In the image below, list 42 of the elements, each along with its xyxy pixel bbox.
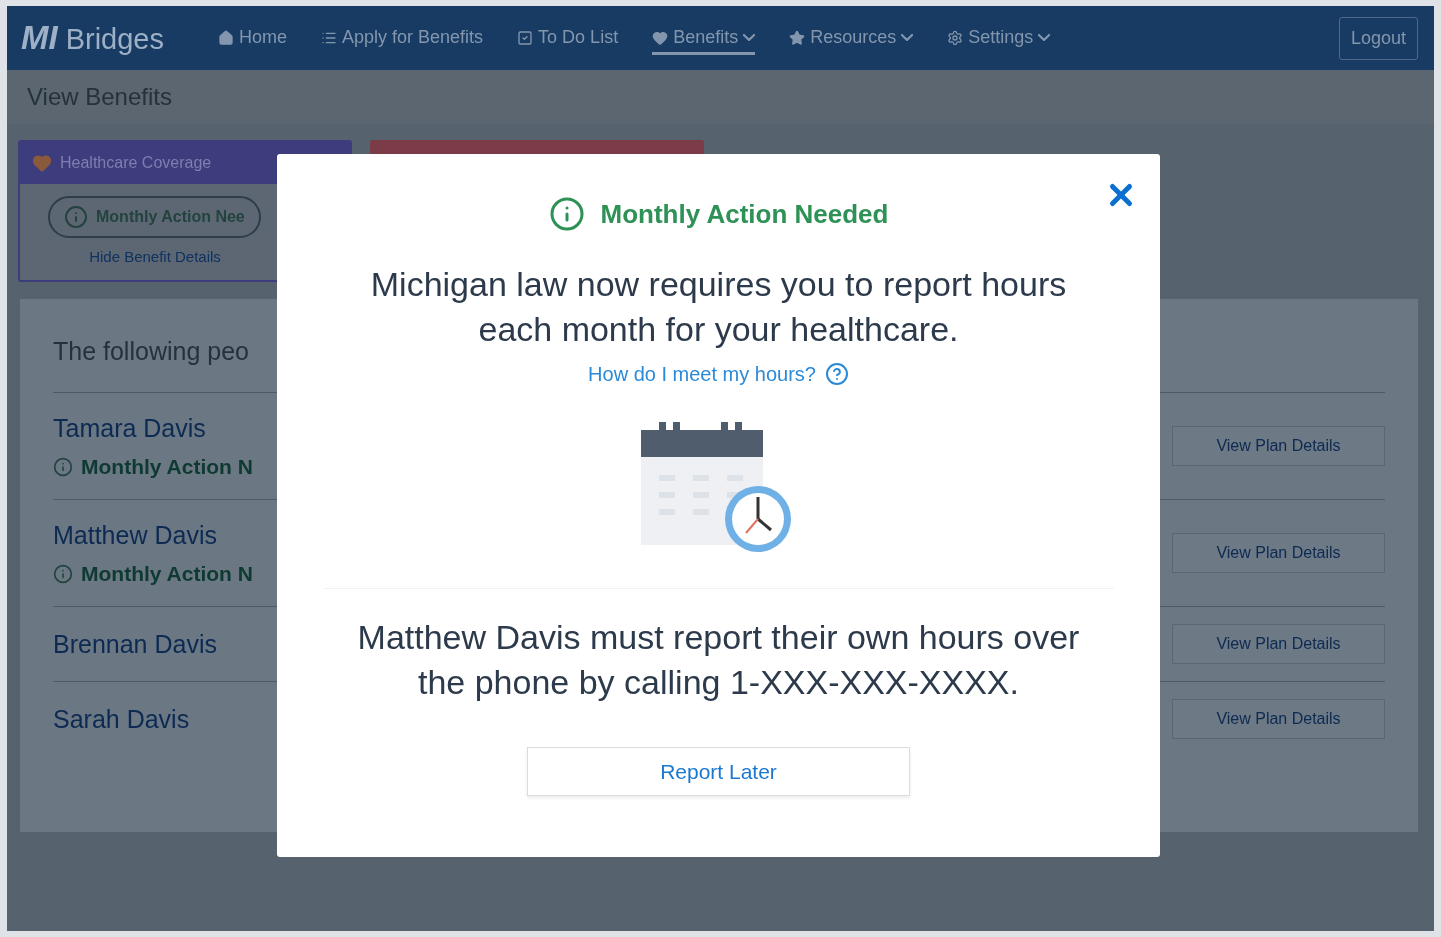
star-icon xyxy=(789,29,806,46)
settings-icon xyxy=(947,29,964,46)
info-icon xyxy=(53,563,73,584)
view-plan-button[interactable]: View Plan Details xyxy=(1172,624,1385,664)
info-icon xyxy=(64,205,88,229)
nav-link[interactable]: Apply for Benefits xyxy=(321,21,484,55)
intro-text: The following peo xyxy=(53,337,250,366)
person-name[interactable]: Matthew Davis xyxy=(53,520,253,550)
info-icon xyxy=(53,456,73,477)
nav-link[interactable]: Settings xyxy=(947,21,1051,55)
modal-title: Monthly Action Needed xyxy=(600,198,889,230)
status-text: Monthly Action N xyxy=(81,454,253,479)
modal-message: Michigan law now requires you to report hours each month for your healthcare. xyxy=(369,264,1068,350)
help-icon xyxy=(824,362,849,386)
home-icon xyxy=(218,29,234,46)
chevron-down-icon xyxy=(743,34,756,41)
logo-mark: MI xyxy=(21,19,58,57)
person-name[interactable]: Tamara Davis xyxy=(53,413,253,443)
heart-icon xyxy=(32,153,52,173)
view-plan-button[interactable]: View Plan Details xyxy=(1172,533,1385,573)
phone-message: Matthew Davis must report their own hours over the phone by calling 1-XXX-XXX-XXXX. xyxy=(356,617,1081,703)
checkbox-icon xyxy=(517,29,534,46)
status-text: Monthly Action Nee xyxy=(96,208,245,226)
hide-details-link[interactable]: Hide Benefit Details xyxy=(89,248,221,265)
heart-icon xyxy=(652,29,669,46)
report-later-button[interactable]: Report Later xyxy=(527,747,910,796)
nav-link[interactable]: To Do List xyxy=(517,21,619,55)
logo-name: Bridges xyxy=(65,23,164,56)
chevron-down-icon xyxy=(1038,34,1051,41)
logout-button[interactable]: Logout xyxy=(1338,16,1418,60)
chevron-down-icon xyxy=(901,34,914,41)
view-plan-button[interactable]: View Plan Details xyxy=(1172,699,1385,739)
info-icon xyxy=(548,196,585,232)
person-name[interactable]: Sarah Davis xyxy=(53,704,190,734)
person-name[interactable]: Brennan Davis xyxy=(53,629,217,659)
nav-link[interactable]: Home xyxy=(218,21,287,55)
card-title: Healthcare Coverage xyxy=(60,154,212,172)
help-link[interactable]: How do I meet my hours? xyxy=(588,362,849,386)
view-plan-button[interactable]: View Plan Details xyxy=(1172,426,1385,466)
nav-link[interactable]: Benefits xyxy=(652,21,756,55)
nav-link[interactable]: Resources xyxy=(789,21,914,55)
status-text: Monthly Action N xyxy=(81,561,253,586)
